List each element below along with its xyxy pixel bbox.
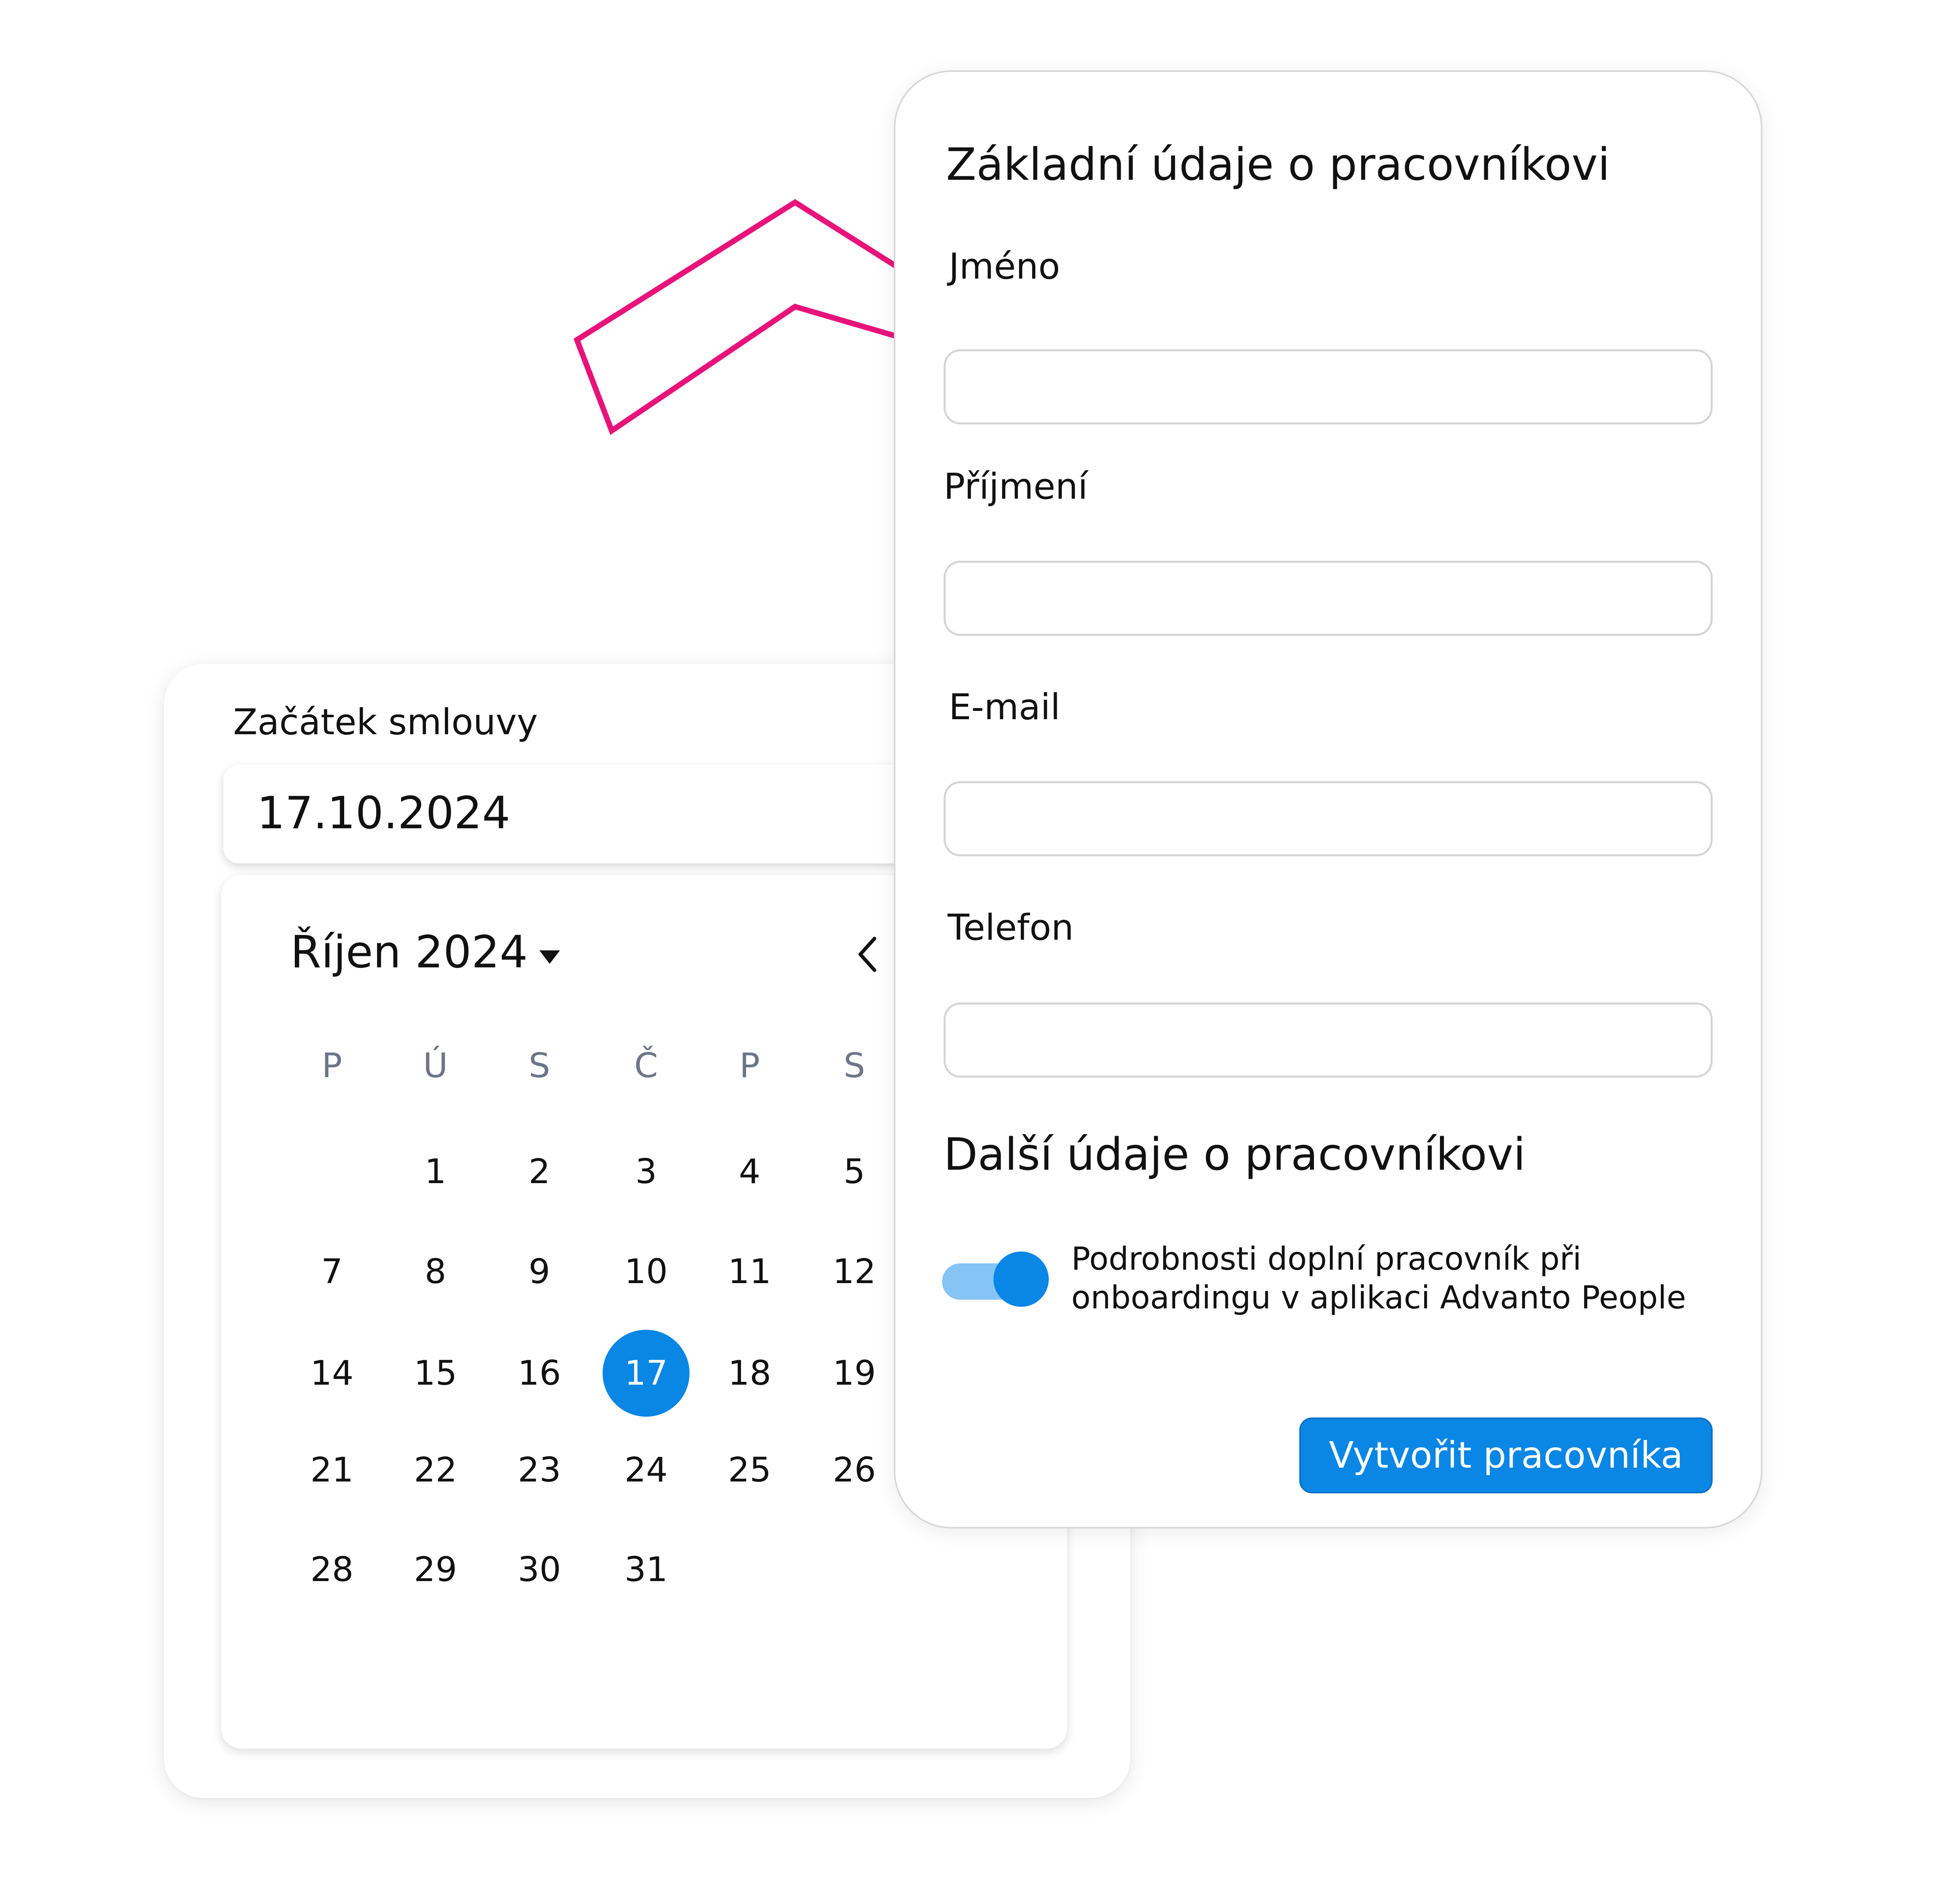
form-title: Základní údaje o pracovníkovi [946, 139, 1610, 190]
calendar-day[interactable]: 22 [392, 1427, 479, 1513]
email-input[interactable] [944, 781, 1713, 856]
calendar-weekday: Č [634, 1046, 658, 1086]
stage: Začátek smlouvy 17.10.2024 Říjen 2024 P Ú… [0, 0, 1960, 1881]
contract-start-label: Začátek smlouvy [233, 701, 538, 743]
calendar-day[interactable]: 7 [288, 1228, 375, 1315]
calendar-weekday: S [843, 1046, 865, 1086]
calendar-day[interactable]: 14 [288, 1330, 375, 1417]
calendar-day[interactable]: 2 [496, 1128, 583, 1215]
calendar-day[interactable]: 21 [288, 1427, 375, 1513]
calendar-day[interactable]: 25 [706, 1427, 793, 1513]
calendar-day[interactable]: 16 [496, 1330, 583, 1417]
calendar-day[interactable]: 15 [392, 1330, 479, 1417]
calendar-day[interactable]: 23 [496, 1427, 583, 1513]
calendar-day[interactable]: 4 [706, 1128, 793, 1215]
calendar-day[interactable]: 18 [706, 1330, 793, 1417]
calendar-month-label[interactable]: Říjen 2024 [290, 927, 528, 978]
last-name-label: Příjmení [944, 466, 1088, 507]
last-name-input[interactable] [944, 561, 1713, 636]
calendar-day[interactable]: 31 [603, 1526, 690, 1613]
calendar-weekday: P [739, 1046, 760, 1086]
calendar-day[interactable]: 8 [392, 1228, 479, 1315]
calendar-day[interactable]: 3 [603, 1128, 690, 1215]
calendar-day[interactable]: 26 [811, 1427, 898, 1513]
employee-form-card: Základní údaje o pracovníkovi Jméno Příj… [894, 70, 1762, 1529]
email-label: E-mail [949, 686, 1061, 728]
phone-input[interactable] [944, 1003, 1713, 1078]
calendar-day[interactable]: 1 [392, 1128, 479, 1215]
phone-label: Telefon [948, 907, 1074, 948]
first-name-input[interactable] [944, 349, 1713, 424]
calendar-weekday: P [322, 1046, 342, 1086]
calendar-day[interactable]: 19 [811, 1330, 898, 1417]
toggle-knob [993, 1251, 1049, 1307]
calendar-day[interactable]: 9 [496, 1228, 583, 1315]
toggle-label-line-2: onboardingu v aplikaci Advanto People [1071, 1279, 1686, 1316]
calendar-day[interactable]: 11 [706, 1228, 793, 1315]
calendar-day[interactable]: 28 [288, 1526, 375, 1613]
caret-down-icon[interactable] [539, 950, 560, 964]
create-employee-button[interactable]: Vytvořit pracovníka [1299, 1417, 1713, 1493]
calendar-weekday: S [528, 1046, 550, 1086]
calendar-day[interactable]: 24 [603, 1427, 690, 1513]
calendar-day[interactable]: 5 [811, 1128, 898, 1215]
additional-info-title: Další údaje o pracovníkovi [944, 1129, 1526, 1180]
calendar-day[interactable]: 29 [392, 1526, 479, 1613]
onboarding-toggle[interactable] [942, 1251, 1049, 1311]
onboarding-toggle-label: Podrobnosti doplní pracovník při onboard… [1071, 1240, 1723, 1317]
calendar-weekday: Ú [423, 1046, 448, 1086]
calendar-day[interactable]: 10 [603, 1228, 690, 1315]
first-name-label: Jméno [949, 246, 1060, 287]
chevron-left-icon[interactable] [856, 935, 879, 974]
chevron-decoration-icon [573, 199, 912, 435]
calendar-day[interactable]: 12 [811, 1228, 898, 1315]
contract-start-date-value: 17.10.2024 [257, 788, 511, 839]
toggle-label-line-1: Podrobnosti doplní pracovník při [1071, 1240, 1581, 1277]
calendar-day-selected[interactable]: 17 [603, 1330, 690, 1417]
calendar-day[interactable]: 30 [496, 1526, 583, 1613]
